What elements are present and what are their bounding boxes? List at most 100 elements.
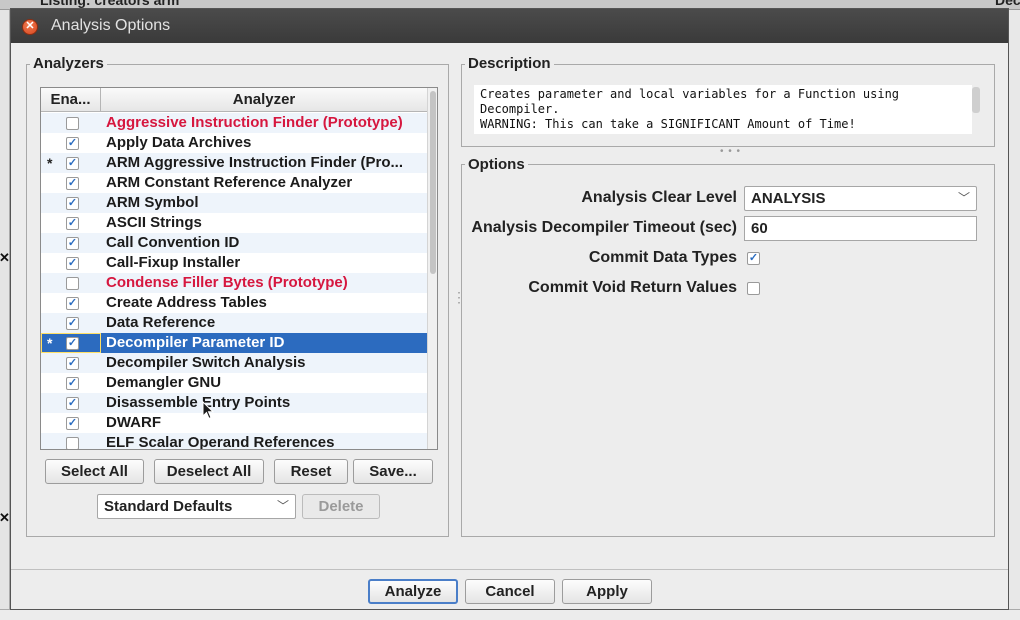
analyzer-enabled-checkbox[interactable]: ✓	[66, 417, 79, 430]
analyzer-name: Data Reference	[106, 314, 216, 331]
background-window-title: Listing: creators arm	[40, 0, 180, 8]
analyzer-name: Call-Fixup Installer	[106, 254, 241, 271]
analyzer-enabled-checkbox[interactable]	[66, 117, 79, 130]
table-row[interactable]: ✓ Decompiler Switch Analysis	[41, 353, 427, 373]
footer-divider	[11, 569, 1008, 570]
table-row[interactable]: ✓ ARM Symbol	[41, 193, 427, 213]
analyzer-enabled-checkbox[interactable]: ✓	[66, 137, 79, 150]
table-row[interactable]: ✓ Call-Fixup Installer	[41, 253, 427, 273]
table-row[interactable]: ELF Scalar Operand References	[41, 433, 427, 450]
analyzer-name: Disassemble Entry Points	[106, 394, 291, 411]
dialog-title: Analysis Options	[51, 17, 171, 34]
analyzers-table: Ena... Analyzer Aggressive Instruction F…	[40, 87, 438, 450]
description-group-label: Description	[465, 55, 554, 72]
options-group-label: Options	[465, 156, 528, 173]
background-close-icon[interactable]: ✕	[0, 250, 10, 266]
analyzer-enabled-checkbox[interactable]: ✓	[66, 237, 79, 250]
analyzer-enabled-checkbox[interactable]: ✓	[66, 397, 79, 410]
chevron-down-icon: ﹀	[276, 499, 289, 513]
analyzer-enabled-checkbox[interactable]: ✓	[66, 317, 79, 330]
splitter-handle-horizontal[interactable]: • • •	[720, 146, 741, 157]
apply-button[interactable]: Apply	[562, 579, 652, 604]
select-all-button[interactable]: Select All	[45, 459, 144, 484]
analyzer-name: Apply Data Archives	[106, 134, 252, 151]
table-row[interactable]: * ✓ Decompiler Parameter ID	[41, 333, 427, 353]
column-header-analyzer[interactable]: Analyzer	[101, 88, 427, 112]
analyzer-enabled-checkbox[interactable]: ✓	[66, 177, 79, 190]
description-line: WARNING: This can take a SIGNIFICANT Amo…	[480, 117, 856, 131]
table-row[interactable]: ✓ Apply Data Archives	[41, 133, 427, 153]
modified-marker: *	[47, 335, 53, 351]
analyzer-name: ARM Aggressive Instruction Finder (Pro..…	[106, 154, 403, 171]
table-body: Aggressive Instruction Finder (Prototype…	[41, 113, 427, 450]
deselect-all-button[interactable]: Deselect All	[154, 459, 264, 484]
commit-void-checkbox[interactable]	[747, 282, 760, 295]
commit-data-types-label: Commit Data Types	[588, 249, 737, 266]
chevron-down-icon: ﹀	[957, 191, 970, 205]
table-row[interactable]: * ✓ ARM Aggressive Instruction Finder (Pro…	[41, 153, 427, 173]
table-row[interactable]: ✓ ARM Constant Reference Analyzer	[41, 173, 427, 193]
modified-marker: *	[47, 155, 53, 171]
reset-button[interactable]: Reset	[274, 459, 348, 484]
background-close-icon[interactable]: ✕	[0, 510, 10, 526]
analyzer-enabled-checkbox[interactable]: ✓	[66, 297, 79, 310]
analyzer-name: Decompiler Parameter ID	[106, 334, 285, 351]
analyzer-enabled-checkbox[interactable]: ✓	[66, 157, 79, 170]
analyzer-enabled-checkbox[interactable]: ✓	[66, 257, 79, 270]
description-text: Creates parameter and local variables fo…	[474, 85, 972, 134]
analyzer-name: Decompiler Switch Analysis	[106, 354, 306, 371]
table-row[interactable]: ✓ Call Convention ID	[41, 233, 427, 253]
table-row[interactable]: ✓ Disassemble Entry Points	[41, 393, 427, 413]
analyzer-enabled-checkbox[interactable]: ✓	[66, 337, 79, 350]
analyzer-name: Demangler GNU	[106, 374, 222, 391]
clear-level-select[interactable]: ANALYSIS ﹀	[744, 186, 977, 211]
close-icon[interactable]: ✕	[22, 19, 38, 35]
analyze-button[interactable]: Analyze	[368, 579, 458, 604]
analyzer-enabled-checkbox[interactable]: ✓	[66, 197, 79, 210]
background-right-panel	[1009, 10, 1020, 620]
table-row[interactable]: ✓ Demangler GNU	[41, 373, 427, 393]
analyzer-enabled-checkbox[interactable]	[66, 437, 79, 449]
description-scrollbar[interactable]	[972, 87, 980, 113]
analysis-options-dialog: ✕ Analysis Options Analyzers Ena... Anal…	[10, 8, 1009, 610]
table-row[interactable]: Aggressive Instruction Finder (Prototype…	[41, 113, 427, 133]
profile-select[interactable]: Standard Defaults ﹀	[97, 494, 296, 519]
table-row[interactable]: Condense Filler Bytes (Prototype)	[41, 273, 427, 293]
table-header: Ena... Analyzer	[41, 88, 427, 112]
analyzers-group-label: Analyzers	[30, 55, 107, 72]
table-row[interactable]: ✓ ASCII Strings	[41, 213, 427, 233]
analyzer-enabled-checkbox[interactable]: ✓	[66, 217, 79, 230]
delete-button[interactable]: Delete	[302, 494, 380, 519]
analyzer-enabled-checkbox[interactable]	[66, 277, 79, 290]
table-row[interactable]: ✓ DWARF	[41, 413, 427, 433]
description-line: Creates parameter and local variables fo…	[480, 87, 900, 101]
table-row[interactable]: ✓ Data Reference	[41, 313, 427, 333]
timeout-input[interactable]: 60	[744, 216, 977, 241]
background-left-panel: ✕ ✕	[0, 10, 10, 620]
analyzer-name: ASCII Strings	[106, 214, 202, 231]
analyzer-enabled-checkbox[interactable]: ✓	[66, 357, 79, 370]
clear-level-value: ANALYSIS	[751, 190, 826, 207]
timeout-label: Analysis Decompiler Timeout (sec)	[471, 219, 737, 236]
analyzer-name: Condense Filler Bytes (Prototype)	[106, 274, 348, 291]
clear-level-label: Analysis Clear Level	[581, 189, 737, 206]
analyzer-enabled-checkbox[interactable]: ✓	[66, 377, 79, 390]
column-header-enabled[interactable]: Ena...	[41, 88, 101, 112]
analyzer-name: Create Address Tables	[106, 294, 267, 311]
analyzer-name: Call Convention ID	[106, 234, 240, 251]
save-button[interactable]: Save...	[353, 459, 433, 484]
analyzer-name: ARM Symbol	[106, 194, 199, 211]
profile-select-value: Standard Defaults	[104, 498, 233, 515]
description-line: Decompiler.	[480, 102, 560, 116]
cancel-button[interactable]: Cancel	[465, 579, 555, 604]
table-row[interactable]: ✓ Create Address Tables	[41, 293, 427, 313]
dialog-titlebar: ✕ Analysis Options	[11, 9, 1008, 43]
background-bottom-panel	[0, 609, 1020, 620]
table-scrollbar[interactable]	[427, 88, 437, 449]
commit-data-types-checkbox[interactable]: ✓	[747, 252, 760, 265]
background-right-title: Dec	[995, 0, 1020, 8]
analyzer-name: ELF Scalar Operand References	[106, 434, 335, 450]
analyzer-name: DWARF	[106, 414, 161, 431]
mouse-cursor-icon	[202, 401, 215, 420]
scrollbar-thumb[interactable]	[430, 91, 436, 274]
